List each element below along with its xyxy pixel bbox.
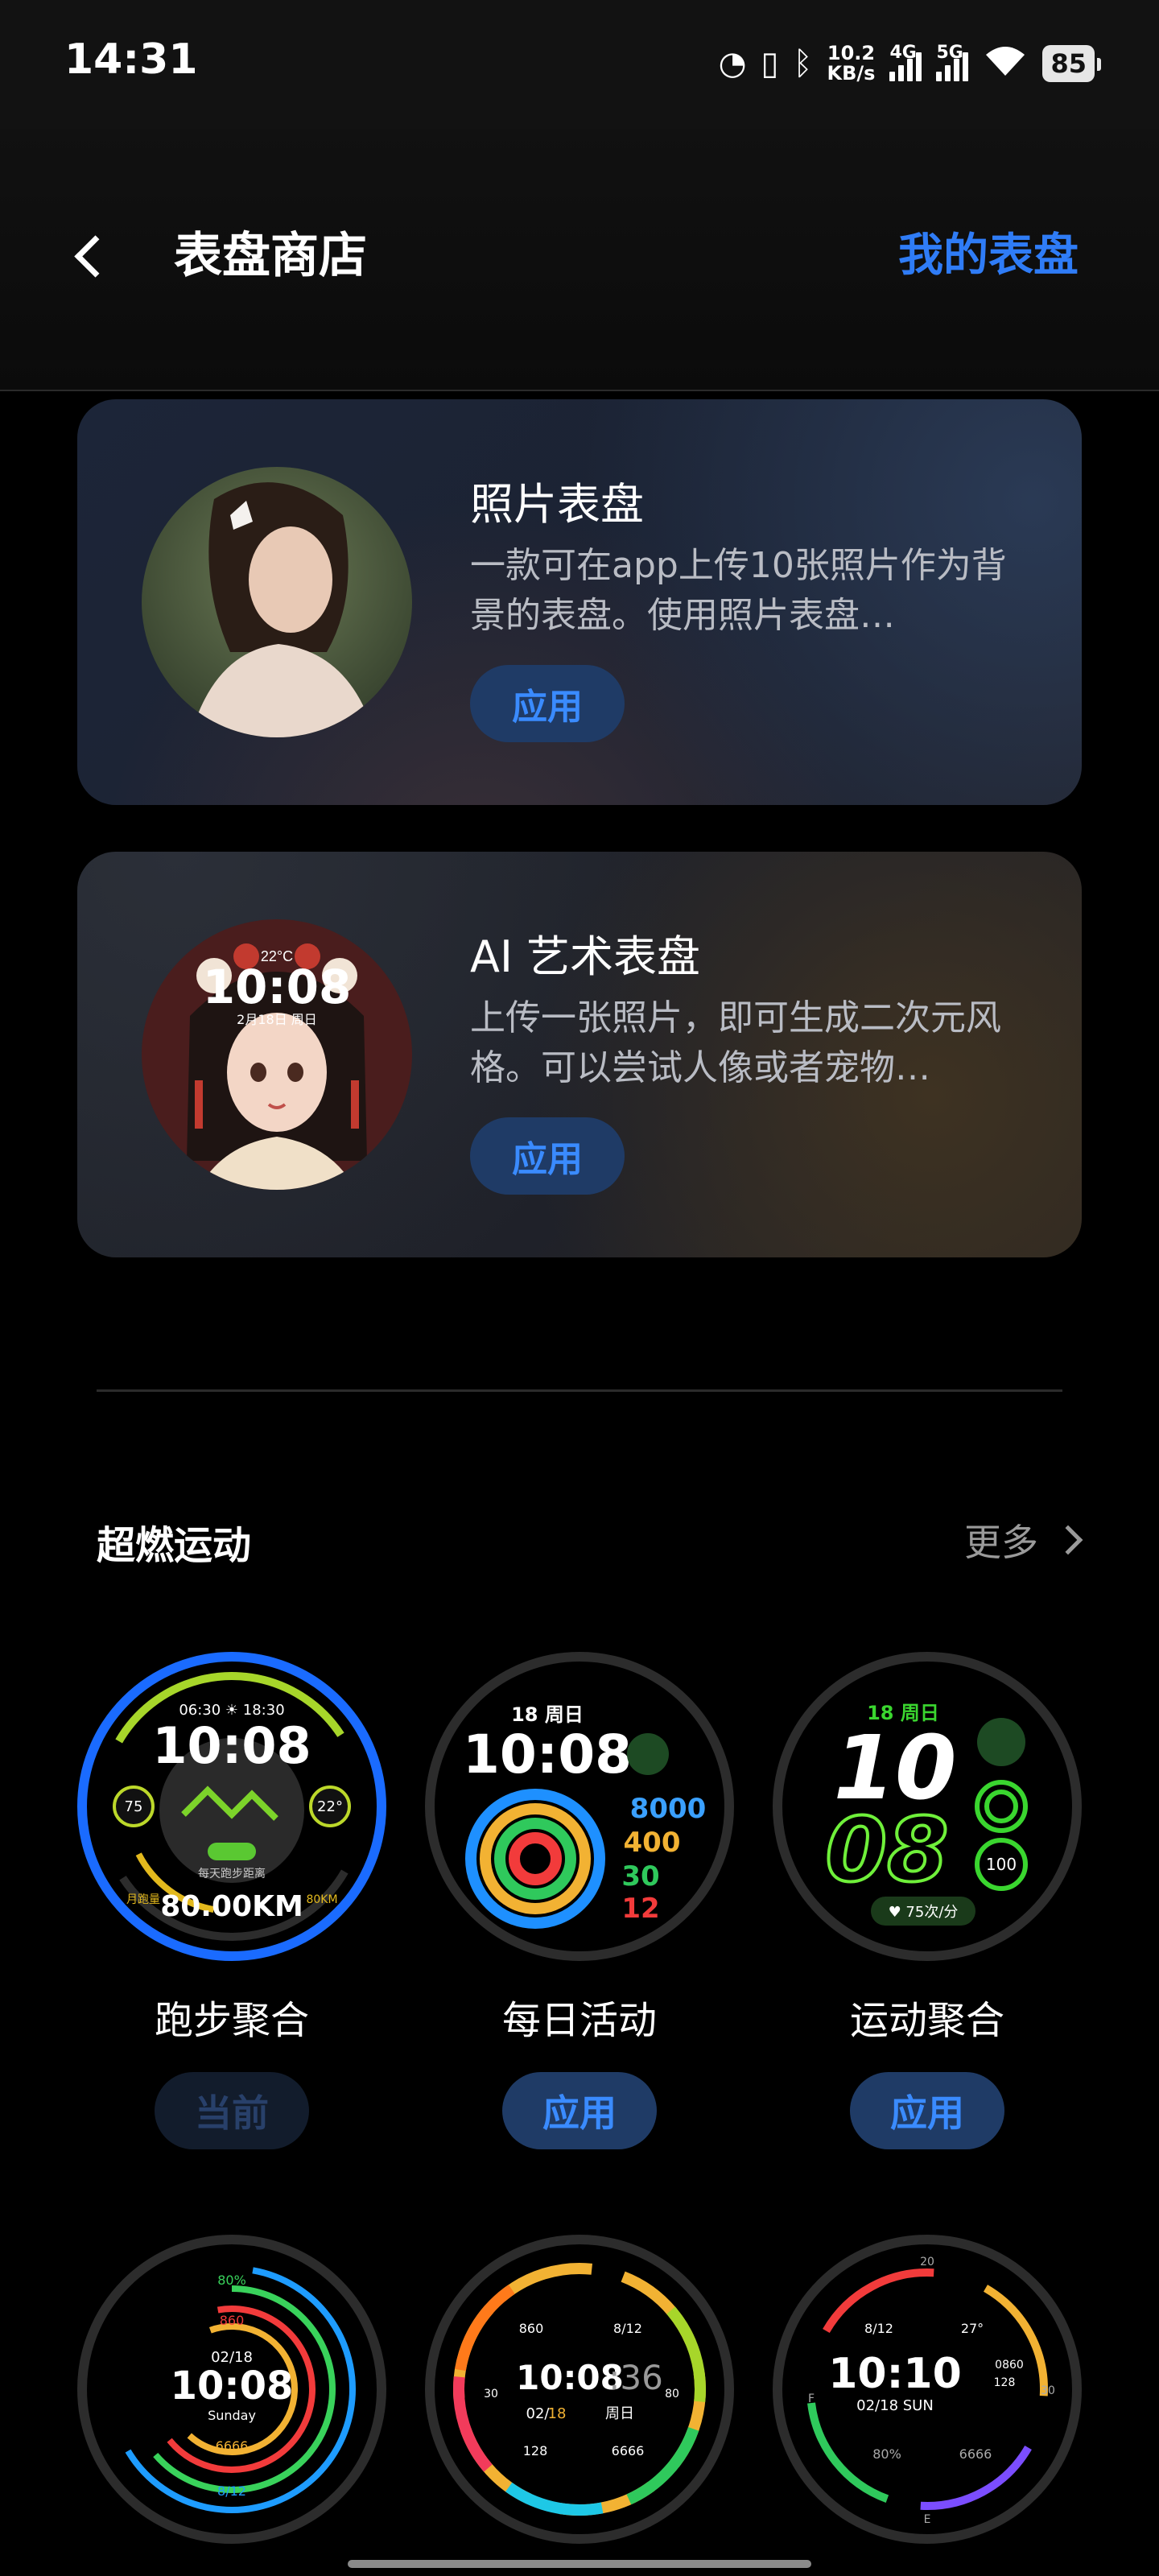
- section-title: 超燃运动: [97, 1523, 252, 1568]
- ai-art-face-apply-button[interactable]: 应用: [470, 1117, 625, 1195]
- back-button[interactable]: [71, 224, 119, 288]
- seg-steps: 6666: [612, 2443, 645, 2458]
- daily-hours: 12: [621, 1893, 659, 1925]
- photo-face-thumbnail: [142, 467, 412, 737]
- gauge-calories: 0860: [995, 2359, 1024, 2372]
- daily-activity-face-preview[interactable]: 18 周日 10:08 8000 400 30 12: [425, 1652, 734, 1961]
- more-link[interactable]: 更多: [964, 1513, 1083, 1567]
- run-time: 10:08: [152, 1716, 311, 1775]
- run-goal-label: 80KM: [306, 1893, 337, 1906]
- chevron-right-icon: [1053, 1525, 1083, 1555]
- running-aggregate-current-button[interactable]: 当前: [155, 2072, 309, 2149]
- sport-value: 100: [986, 1855, 1017, 1874]
- run-daily-label: 每天跑步距离: [198, 1867, 266, 1880]
- seg-weekday: 周日: [605, 2405, 634, 2422]
- photo-face-card[interactable]: 照片表盘 一款可在app上传10张照片作为背景的表盘。使用照片表盘… 应用: [77, 399, 1082, 805]
- running-aggregate-face-preview[interactable]: 06:30 ☀ 18:30 10:08 75 22° 每天跑步距离 月跑量 80…: [77, 1652, 386, 1961]
- gauge-stand: 8/12: [864, 2321, 893, 2336]
- more-label: 更多: [964, 1521, 1038, 1564]
- run-distance: 80.00KM: [160, 1890, 303, 1923]
- daily-calories: 400: [624, 1827, 681, 1859]
- gauge-temp: 27°: [961, 2321, 984, 2336]
- rings-day: Sunday: [208, 2408, 256, 2423]
- sport-aggregate-face-preview[interactable]: 18 周日 10 08 100 ♥ 75次/分: [773, 1652, 1082, 1961]
- rings-bottom: 8/12: [217, 2483, 246, 2499]
- net-speed: 10.2 KB/s: [827, 43, 876, 84]
- segments-face-preview[interactable]: 860 8/12 30 80 10:08 :36 02/ 18 周日 128 6…: [425, 2235, 734, 2544]
- home-indicator[interactable]: [348, 2560, 811, 2568]
- seg-date-day: 18: [548, 2405, 567, 2422]
- signal-5g-icon: 5G: [936, 43, 969, 81]
- speedometer-icon: ◔: [718, 45, 747, 82]
- wifi-icon: [983, 43, 1028, 85]
- rings-face-preview[interactable]: 80% 860 02/18 10:08 Sunday 6666 8/12: [77, 2235, 386, 2544]
- sport-heart-rate: ♥ 75次/分: [889, 1904, 959, 1921]
- running-aggregate-face-name: 跑步聚合: [154, 1998, 309, 2043]
- gauge-top: 20: [920, 2256, 934, 2268]
- seg-time: 10:08: [516, 2358, 624, 2397]
- ai-art-face-card[interactable]: 22°C 10:08 2月18日 周日 AI 艺术表盘 上传一张照片，即可生成二…: [77, 852, 1082, 1257]
- daily-time: 10:08: [463, 1724, 632, 1785]
- my-faces-link[interactable]: 我的表盘: [898, 224, 1079, 288]
- ai-art-face-description: 上传一张照片，即可生成二次元风格。可以尝试人像或者宠物…: [470, 997, 1001, 1088]
- status-bar: 14:31 ◔ ▯ ᛒ 10.2 KB/s 4G 5G 85: [0, 0, 1159, 129]
- ai-art-face-title: AI 艺术表盘: [470, 931, 701, 982]
- daily-steps: 8000: [630, 1793, 707, 1825]
- seg-date-month: 02/: [526, 2405, 551, 2422]
- sport-aggregate-apply-button[interactable]: 应用: [850, 2072, 1004, 2149]
- gauge-date: 02/18 SUN: [856, 2397, 934, 2414]
- gauge-right: 30: [1041, 2384, 1055, 2397]
- gauge-sleep: 80%: [872, 2446, 901, 2462]
- gauge-heart: 128: [994, 2376, 1016, 2389]
- gauge-bottom: E: [924, 2513, 931, 2526]
- daily-activity-face-name: 每日活动: [501, 1998, 657, 2043]
- ai-preview-date: 2月18日 周日: [237, 1012, 317, 1027]
- daily-minutes: 30: [621, 1860, 659, 1893]
- status-time: 14:31: [64, 35, 198, 84]
- seg-right: 80: [665, 2388, 679, 2401]
- seg-left: 30: [484, 2388, 498, 2401]
- top-navigation-bar: 表盘商店 我的表盘: [0, 129, 1159, 391]
- net-speed-value: 10.2: [827, 41, 876, 64]
- vibrate-icon: ▯: [761, 45, 779, 82]
- run-right-value: 22°: [317, 1798, 343, 1815]
- signal-4g-label: 4G: [889, 43, 917, 63]
- rings-steps: 6666: [216, 2438, 249, 2454]
- seg-stand: 8/12: [613, 2321, 642, 2336]
- ai-preview-time: 10:08: [203, 960, 352, 1014]
- seg-heart: 128: [523, 2443, 548, 2458]
- gauge-steps: 6666: [959, 2446, 992, 2462]
- bluetooth-icon: ᛒ: [793, 45, 813, 82]
- seg-seconds: :36: [608, 2358, 663, 2397]
- sport-aggregate-face-name: 运动聚合: [849, 1998, 1004, 2043]
- daily-activity-apply-button[interactable]: 应用: [502, 2072, 657, 2149]
- seg-calories: 860: [519, 2321, 544, 2336]
- gauge-face-preview[interactable]: 20 8/12 27° F 30 10:10 0860 128 02/18 SU…: [773, 2235, 1082, 2544]
- rings-calories: 860: [220, 2313, 245, 2328]
- signal-4g-icon: 4G: [889, 43, 922, 81]
- sport-minute: 08: [825, 1798, 948, 1901]
- rings-time: 10:08: [171, 2363, 294, 2409]
- run-left-value: 75: [125, 1798, 143, 1815]
- status-icons: ◔ ▯ ᛒ 10.2 KB/s 4G 5G 85: [718, 39, 1101, 89]
- battery-indicator: 85: [1042, 45, 1101, 82]
- rings-top: 80%: [217, 2273, 246, 2288]
- watchface-store-screen: { "status_bar": {"time":"14:31","net_spe…: [0, 0, 1159, 2576]
- photo-face-apply-button[interactable]: 应用: [470, 665, 625, 742]
- photo-face-title: 照片表盘: [470, 479, 644, 530]
- signal-5g-label: 5G: [936, 43, 963, 63]
- gauge-left: F: [808, 2392, 815, 2405]
- photo-face-description: 一款可在app上传10张照片作为背景的表盘。使用照片表盘…: [470, 545, 1007, 636]
- ai-art-face-thumbnail: 22°C 10:08 2月18日 周日: [142, 919, 412, 1190]
- section-divider: [97, 1389, 1062, 1392]
- daily-date: 18 周日: [511, 1703, 584, 1726]
- gauge-time: 10:10: [828, 2350, 962, 2398]
- run-monthly-label: 月跑量: [126, 1893, 160, 1906]
- page-title: 表盘商店: [174, 228, 367, 284]
- net-speed-unit: KB/s: [827, 62, 876, 85]
